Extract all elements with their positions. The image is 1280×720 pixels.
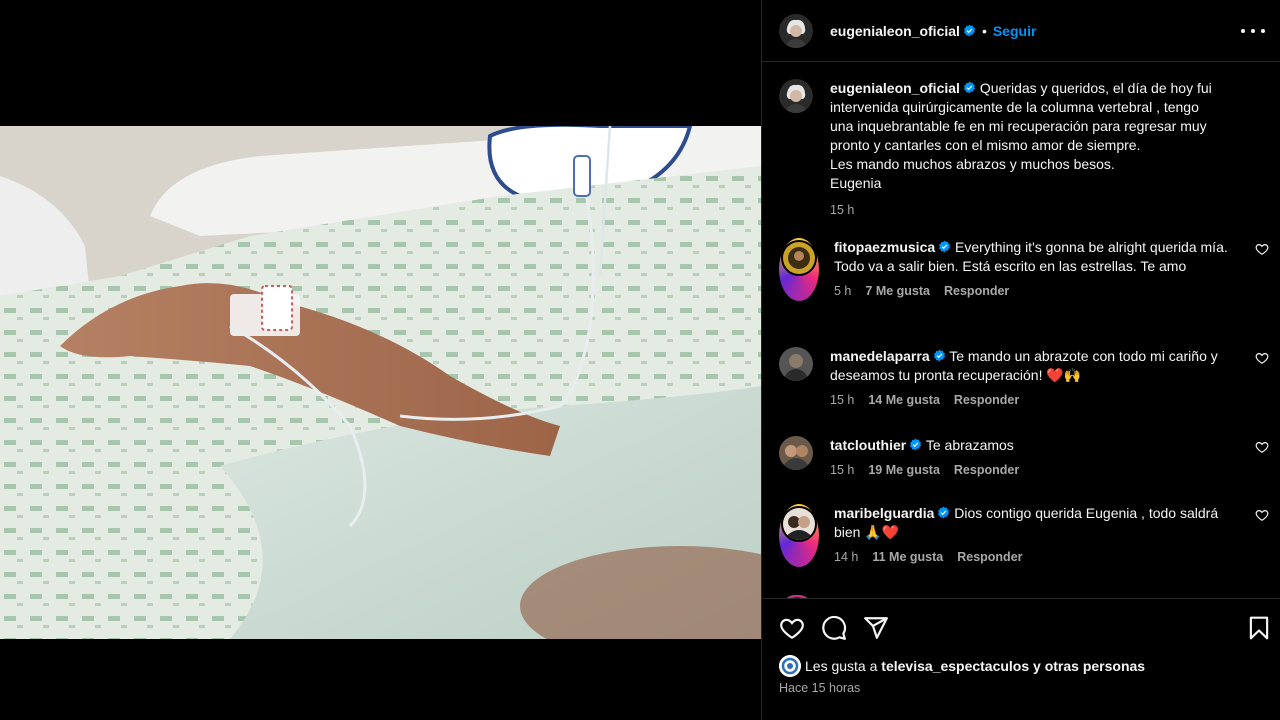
comment-username[interactable]: tatclouthier — [830, 437, 906, 453]
caption-line: Queridas y queridos, el día de hoy fui — [979, 80, 1212, 96]
comment-likes[interactable]: 14 Me gusta — [868, 391, 940, 410]
comment-time: 14 h — [834, 550, 859, 564]
verified-badge-icon — [963, 81, 975, 94]
verified-badge-icon — [963, 24, 975, 37]
likes-user[interactable]: televisa_espectaculos — [881, 658, 1029, 674]
comment-item: tatclouthier Te abrazamos 15 h 19 Me gust… — [779, 436, 1269, 480]
comment-username[interactable]: fitopaezmusica — [834, 239, 935, 255]
author-username[interactable]: eugenialeon_oficial — [830, 23, 960, 39]
caption-time: 15 h — [830, 203, 855, 217]
reply-button[interactable]: Responder — [944, 282, 1009, 301]
caption-line: una inquebrantable fe en mi recuperación… — [830, 118, 1207, 134]
reply-button[interactable]: Responder — [954, 391, 1019, 410]
comment-text: Te abrazamos — [925, 437, 1014, 453]
comment-likes[interactable]: 7 Me gusta — [865, 282, 930, 301]
comment-likes[interactable]: 11 Me gusta — [872, 548, 943, 567]
separator-dot: • — [981, 22, 987, 39]
comment-item: fitopaezmusica Everything it's gonna be … — [779, 238, 1269, 301]
verified-badge-icon — [939, 240, 951, 253]
post-photo[interactable] — [0, 126, 761, 639]
liker-avatar[interactable] — [779, 655, 801, 677]
post-header: eugenialeon_oficial • Seguir — [762, 0, 1280, 62]
commenter-avatar[interactable] — [779, 436, 813, 470]
likes-summary: Les gusta a televisa_espectaculos y otra… — [779, 655, 1145, 677]
more-icon[interactable] — [1241, 22, 1265, 40]
comment-icon[interactable] — [821, 615, 847, 641]
caption-line: intervenida quirúrgicamente de la column… — [830, 99, 1199, 115]
comment-username[interactable]: manedelaparra — [830, 348, 930, 364]
caption-line: Les mando muchos abrazos y muchos besos. — [830, 156, 1115, 172]
heart-icon[interactable] — [1255, 508, 1269, 522]
commenter-avatar[interactable] — [779, 347, 813, 381]
comment-time: 15 h — [830, 463, 855, 477]
comments-list[interactable]: eugenialeon_oficial Queridas y queridos,… — [762, 63, 1280, 598]
next-comment-partial — [779, 590, 1269, 598]
commenter-avatar-ring[interactable] — [779, 238, 819, 301]
caption-username[interactable]: eugenialeon_oficial — [830, 80, 960, 96]
verified-badge-icon — [938, 506, 950, 519]
post-timestamp: Hace 15 horas — [779, 681, 861, 695]
commenter-avatar — [781, 506, 817, 542]
comment-item: maribelguardia Dios contigo querida Euge… — [779, 504, 1269, 567]
heart-icon[interactable] — [1255, 351, 1269, 365]
comment-time: 5 h — [834, 284, 852, 298]
heart-icon[interactable] — [1255, 440, 1269, 454]
action-bar — [762, 598, 1280, 654]
post-media — [0, 0, 761, 720]
commenter-avatar — [781, 240, 817, 276]
reply-button[interactable]: Responder — [957, 548, 1022, 567]
share-icon[interactable] — [863, 615, 889, 641]
comment-likes[interactable]: 19 Me gusta — [868, 461, 940, 480]
bookmark-icon[interactable] — [1246, 615, 1272, 641]
author-avatar[interactable] — [779, 79, 813, 113]
caption-line: pronto y cantarles con el mismo amor de … — [830, 137, 1141, 153]
follow-button[interactable]: Seguir — [993, 23, 1037, 39]
caption: eugenialeon_oficial Queridas y queridos,… — [779, 79, 1269, 220]
verified-badge-icon — [910, 438, 922, 451]
heart-icon[interactable] — [779, 615, 805, 641]
likes-others[interactable]: y otras personas — [1033, 658, 1145, 674]
verified-badge-icon — [933, 349, 945, 362]
post-side-panel: eugenialeon_oficial • Seguir eugenialeon… — [761, 0, 1280, 720]
comment-username[interactable]: maribelguardia — [834, 505, 934, 521]
reply-button[interactable]: Responder — [954, 461, 1019, 480]
author-avatar[interactable] — [779, 13, 813, 48]
commenter-avatar-ring[interactable] — [779, 504, 819, 567]
heart-icon[interactable] — [1255, 242, 1269, 256]
comment-time: 15 h — [830, 393, 855, 407]
comment-item: manedelaparra Te mando un abrazote con t… — [779, 347, 1269, 410]
caption-line: Eugenia — [830, 175, 882, 191]
likes-prefix: Les gusta a — [805, 658, 878, 674]
